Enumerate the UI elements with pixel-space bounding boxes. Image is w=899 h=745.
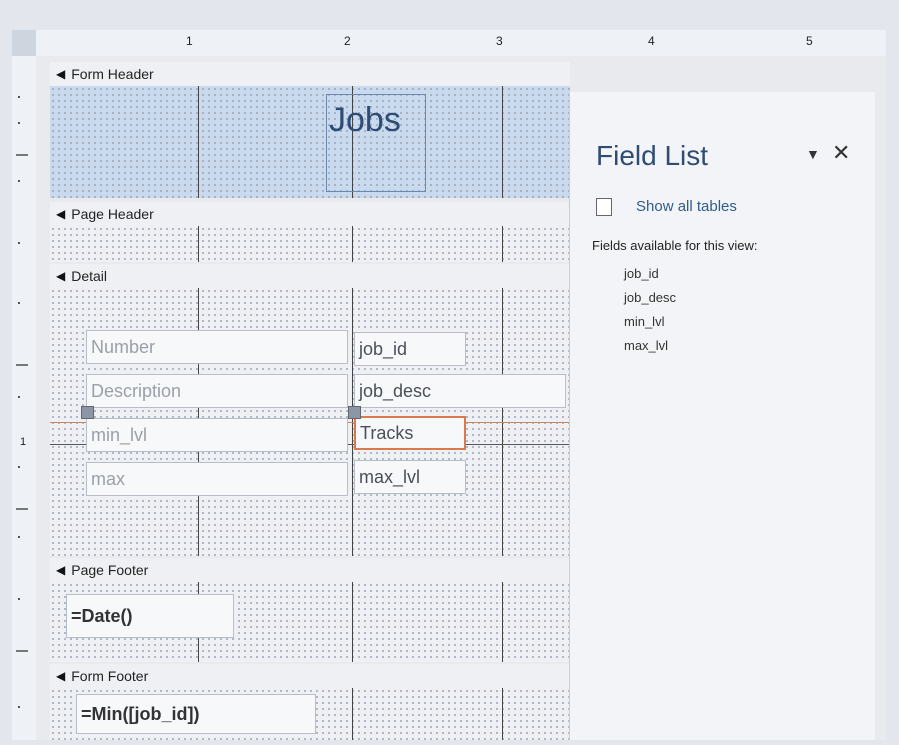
form-footer-bar[interactable]: ◀ Form Footer (50, 664, 570, 689)
collapse-arrow-icon: ◀ (56, 269, 66, 283)
field-list-item-min-lvl[interactable]: min_lvl (624, 314, 664, 329)
page-header-grid[interactable] (50, 226, 570, 262)
field-list-pane[interactable]: Field List ▼ ✕ Show all tables Fields av… (569, 92, 875, 740)
ruler-mark-v1: 1 (20, 436, 27, 448)
grid-line (198, 226, 199, 262)
form-header-bar[interactable]: ◀ Form Header (50, 62, 570, 87)
table-icon (596, 198, 612, 216)
field-job-id[interactable]: job_id (354, 332, 466, 366)
ruler-tick (18, 122, 20, 124)
label-number[interactable]: Number (86, 330, 348, 364)
ruler-tick (16, 364, 28, 366)
label-min-lvl[interactable]: min_lvl (86, 418, 348, 452)
form-title-label[interactable]: Jobs (326, 94, 426, 192)
ruler-tick (18, 180, 20, 182)
ruler-tick (18, 302, 20, 304)
grid-line (502, 226, 503, 262)
show-all-tables-link[interactable]: Show all tables (636, 198, 737, 215)
ruler-mark-1: 1 (186, 34, 193, 48)
form-design-canvas[interactable]: ◀ Form Header Jobs ◀ Page Header ◀ Detai… (36, 56, 886, 740)
grid-line (352, 688, 353, 740)
collapse-arrow-icon: ◀ (56, 563, 66, 577)
ruler-corner[interactable] (12, 30, 37, 57)
access-design-window: 1 2 3 4 5 1 ◀ Form Header Jobs ◀ Page He… (0, 0, 899, 745)
section-label: Form Footer (71, 668, 149, 684)
page-footer-bar[interactable]: ◀ Page Footer (50, 558, 570, 583)
ruler-mark-4: 4 (648, 34, 655, 48)
form-header-grid[interactable] (50, 86, 570, 198)
move-handle[interactable] (81, 406, 94, 419)
field-list-item-job-id[interactable]: job_id (624, 266, 659, 281)
ruler-tick (18, 706, 20, 708)
label-max[interactable]: max (86, 462, 348, 496)
fields-available-label: Fields available for this view: (592, 238, 758, 253)
close-icon[interactable]: ✕ (832, 140, 850, 166)
collapse-arrow-icon: ◀ (56, 67, 66, 81)
collapse-arrow-icon: ◀ (56, 207, 66, 221)
ruler-tick (18, 242, 20, 244)
vertical-ruler[interactable]: 1 (12, 56, 37, 740)
ruler-tick (18, 466, 20, 468)
ruler-mark-5: 5 (806, 34, 813, 48)
ruler-tick (16, 508, 28, 510)
page-header-bar[interactable]: ◀ Page Header (50, 202, 570, 227)
ruler-tick (16, 154, 28, 156)
grid-line (352, 582, 353, 662)
chevron-down-icon[interactable]: ▼ (806, 146, 820, 162)
field-list-title: Field List (596, 140, 709, 171)
grid-line (352, 226, 353, 262)
field-max-lvl[interactable]: max_lvl (354, 460, 466, 494)
section-label: Page Header (71, 206, 154, 222)
page-footer-date-expr[interactable]: =Date() (66, 594, 234, 638)
ruler-tick (18, 396, 20, 398)
field-list-item-max-lvl[interactable]: max_lvl (624, 338, 668, 353)
grid-line (502, 582, 503, 662)
ruler-mark-3: 3 (496, 34, 503, 48)
grid-line (198, 86, 199, 198)
collapse-arrow-icon: ◀ (56, 669, 66, 683)
section-label: Form Header (71, 66, 154, 82)
field-list-item-job-desc[interactable]: job_desc (624, 290, 676, 305)
ruler-tick (18, 598, 20, 600)
label-description[interactable]: Description (86, 374, 348, 408)
move-handle[interactable] (348, 406, 361, 419)
grid-line (502, 86, 503, 198)
field-job-desc[interactable]: job_desc (354, 374, 566, 408)
ruler-tick (18, 536, 20, 538)
ruler-tick (16, 650, 28, 652)
section-label: Detail (71, 268, 108, 284)
ruler-tick (18, 96, 20, 98)
ruler-mark-2: 2 (344, 34, 351, 48)
horizontal-ruler[interactable]: 1 2 3 4 5 (36, 30, 886, 57)
field-tracks-selected[interactable]: Tracks (354, 416, 466, 450)
section-label: Page Footer (71, 562, 149, 578)
grid-line (502, 688, 503, 740)
form-footer-min-expr[interactable]: =Min([job_id]) (76, 694, 316, 734)
detail-bar[interactable]: ◀ Detail (50, 264, 570, 289)
